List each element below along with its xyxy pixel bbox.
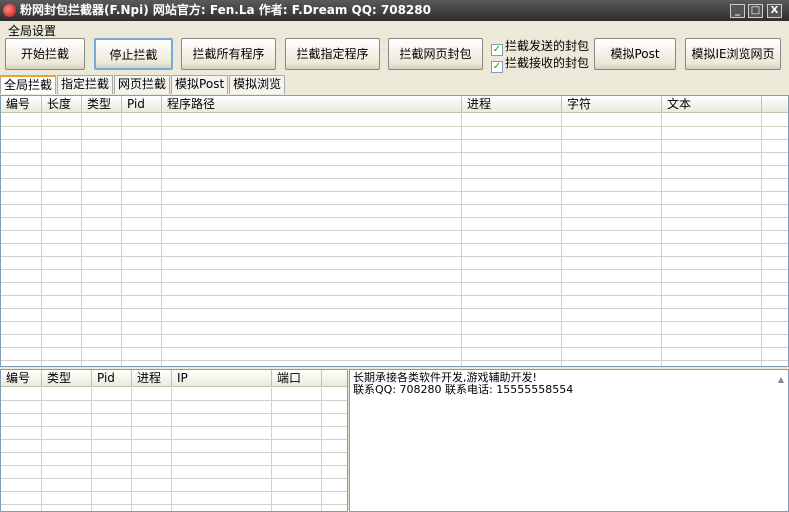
- col-header[interactable]: Pid: [92, 370, 132, 386]
- tab-browse[interactable]: 模拟浏览: [229, 75, 286, 94]
- tab-post[interactable]: 模拟Post: [171, 75, 229, 94]
- checkbox-label: 拦截接收的封包: [505, 56, 590, 70]
- col-header[interactable]: 类型: [42, 370, 92, 386]
- col-header[interactable]: 进程: [462, 96, 562, 112]
- maximize-button[interactable]: □: [748, 4, 763, 18]
- window-title: 粉网封包拦截器(F.Npi) 网站官方: Fen.La 作者: F.Dream …: [20, 3, 431, 17]
- col-header[interactable]: Pid: [122, 96, 162, 112]
- col-header[interactable]: IP: [172, 370, 272, 386]
- intercept-send-checkbox[interactable]: ✓ 拦截发送的封包: [491, 39, 589, 56]
- start-intercept-button[interactable]: 开始拦截: [5, 38, 85, 70]
- close-button[interactable]: X: [767, 4, 782, 18]
- col-header[interactable]: 字符: [562, 96, 662, 112]
- checkbox-label: 拦截发送的封包: [505, 39, 590, 53]
- intercept-receive-checkbox[interactable]: ✓ 拦截接收的封包: [491, 56, 589, 73]
- connection-table[interactable]: 编号 类型 Pid 进程 IP 端口: [0, 369, 348, 512]
- simulate-post-button[interactable]: 模拟Post: [594, 38, 676, 70]
- app-icon: [3, 4, 16, 17]
- stop-intercept-button[interactable]: 停止拦截: [94, 38, 173, 70]
- minimize-button[interactable]: _: [730, 4, 745, 18]
- table-rows: [1, 388, 347, 511]
- scroll-up-icon[interactable]: ▲: [778, 374, 784, 386]
- tab-global[interactable]: 全局拦截: [0, 75, 57, 94]
- title-bar: 粉网封包拦截器(F.Npi) 网站官方: Fen.La 作者: F.Dream …: [0, 0, 789, 21]
- col-header[interactable]: 编号: [1, 96, 42, 112]
- col-header[interactable]: 编号: [1, 370, 42, 386]
- col-header[interactable]: 程序路径: [162, 96, 462, 112]
- tab-bar: 全局拦截 指定拦截 网页拦截 模拟Post 模拟浏览: [0, 75, 286, 94]
- col-header[interactable]: 端口: [272, 370, 322, 386]
- intercept-web-button[interactable]: 拦截网页封包: [388, 38, 483, 70]
- group-label: 全局设置: [6, 22, 59, 39]
- tab-specific[interactable]: 指定拦截: [57, 75, 114, 94]
- col-header[interactable]: 长度: [42, 96, 82, 112]
- packet-table[interactable]: 编号 长度 类型 Pid 程序路径 进程 字符 文本: [0, 95, 789, 367]
- table-header: 编号 长度 类型 Pid 程序路径 进程 字符 文本: [1, 96, 788, 113]
- info-textarea[interactable]: 长期承接各类软件开发,游戏辅助开发! 联系QQ: 708280 联系电话: 15…: [349, 369, 789, 512]
- info-text: 长期承接各类软件开发,游戏辅助开发! 联系QQ: 708280 联系电话: 15…: [353, 371, 574, 396]
- col-header[interactable]: 文本: [662, 96, 762, 112]
- table-rows: [1, 114, 788, 366]
- col-header[interactable]: 类型: [82, 96, 122, 112]
- checkbox-box[interactable]: ✓: [491, 44, 503, 56]
- checkbox-box[interactable]: ✓: [491, 61, 503, 73]
- intercept-all-button[interactable]: 拦截所有程序: [181, 38, 276, 70]
- intercept-specific-button[interactable]: 拦截指定程序: [285, 38, 380, 70]
- tab-web[interactable]: 网页拦截: [114, 75, 171, 94]
- col-header[interactable]: 进程: [132, 370, 172, 386]
- simulate-ie-button[interactable]: 模拟IE浏览网页: [685, 38, 781, 70]
- table-header: 编号 类型 Pid 进程 IP 端口: [1, 370, 347, 387]
